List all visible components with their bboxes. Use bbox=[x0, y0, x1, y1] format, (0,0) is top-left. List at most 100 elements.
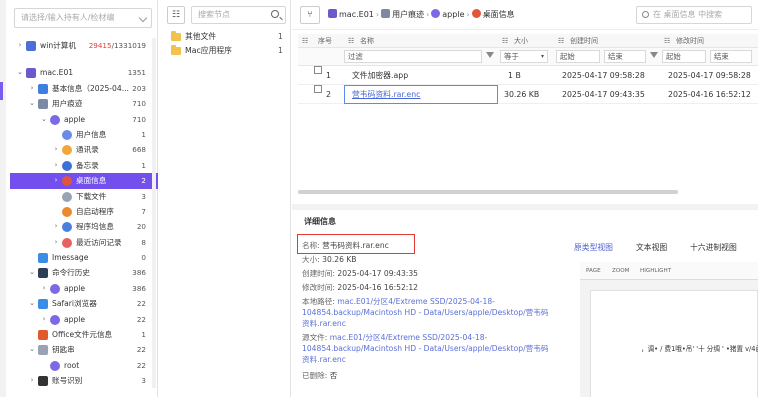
row-checkbox[interactable] bbox=[314, 85, 322, 93]
branch-button[interactable]: ⑂ bbox=[300, 6, 320, 24]
chevron-right-icon[interactable]: › bbox=[40, 312, 48, 327]
tree-item[interactable]: ⌄ mac.E01 1351 bbox=[10, 65, 158, 80]
node-search-input[interactable]: 搜索节点 bbox=[191, 6, 286, 24]
detail-path-link[interactable]: 104854.backup/Macintosh HD - Data/Users/… bbox=[302, 308, 548, 317]
detail-path-link[interactable]: mac.E01/分区4/Extreme SSD/2025-04-18- bbox=[330, 333, 488, 342]
tree-item[interactable]: › 备忘录 1 bbox=[10, 158, 158, 173]
search-icon[interactable] bbox=[271, 10, 279, 18]
chevron-right-icon[interactable]: › bbox=[52, 158, 60, 173]
detail-label: 本地路径: bbox=[302, 297, 335, 306]
tree-item[interactable]: › apple 386 bbox=[10, 281, 158, 296]
row-name: 文件加密器.app bbox=[352, 71, 409, 80]
chevron-down-icon[interactable]: ⌄ bbox=[28, 96, 36, 111]
breadcrumb-item[interactable]: 用户痕迹 bbox=[392, 10, 424, 19]
tree-item[interactable]: › 账号识别 3 bbox=[10, 373, 158, 388]
chevron-down-icon[interactable]: ⌄ bbox=[28, 342, 36, 357]
header-modified[interactable]: 修改时间 bbox=[676, 34, 704, 48]
column-menu-icon[interactable]: ☷ bbox=[302, 34, 308, 48]
case-select[interactable]: 请选择/输入持有人/检材编 bbox=[14, 8, 152, 28]
desktop-search-input[interactable]: 在 桌面信息 中搜索 bbox=[636, 6, 752, 24]
size-operator-select[interactable]: 等于 ▾ bbox=[500, 50, 548, 63]
chevron-down-icon[interactable]: ⌄ bbox=[16, 65, 24, 80]
breadcrumb-item[interactable]: apple bbox=[442, 10, 464, 19]
user-icon bbox=[50, 114, 60, 125]
detail-path-link[interactable]: 资料.rar.enc bbox=[302, 319, 346, 328]
column-menu-icon[interactable]: ☷ bbox=[558, 34, 564, 48]
tab-hex-view[interactable]: 十六进制视图 bbox=[690, 242, 737, 253]
column-menu-icon[interactable]: ☷ bbox=[348, 34, 354, 48]
tree-item[interactable]: ⌄ Safari浏览器 22 bbox=[10, 296, 158, 311]
tree-item-count-value: 668 bbox=[132, 145, 146, 155]
tree-scrollbar[interactable] bbox=[152, 38, 156, 388]
tree-item[interactable]: root 22 bbox=[10, 358, 158, 373]
tree-item[interactable]: 自启动程序 7 bbox=[10, 204, 158, 219]
tree-item-label: apple bbox=[64, 114, 86, 124]
created-start-input[interactable]: 起始 bbox=[556, 50, 600, 63]
tree-item[interactable]: › win计算机 29415/1331019 bbox=[10, 38, 158, 53]
tree-item[interactable]: › apple 22 bbox=[10, 312, 158, 327]
header-index[interactable]: 序号 bbox=[318, 34, 332, 48]
modified-end-input[interactable]: 结束 bbox=[710, 50, 752, 63]
chevron-down-icon[interactable]: ⌄ bbox=[28, 296, 36, 311]
chevron-right-icon[interactable]: › bbox=[28, 373, 36, 388]
detail-value: 30.26 KB bbox=[322, 255, 357, 264]
filter-icon[interactable] bbox=[486, 52, 494, 58]
name-filter-input[interactable]: 过滤 bbox=[344, 50, 482, 63]
tree-item-count: 2 bbox=[141, 173, 146, 188]
highlight-tool[interactable]: HIGHLIGHT bbox=[640, 268, 671, 274]
tree-item[interactable]: ⌄ apple 710 bbox=[10, 112, 158, 127]
detail-path-link[interactable]: 资料.rar.enc bbox=[302, 355, 346, 364]
breadcrumb-item[interactable]: mac.E01 bbox=[339, 10, 374, 19]
chevron-down-icon[interactable]: ⌄ bbox=[40, 112, 48, 127]
zoom-tool[interactable]: ZOOM bbox=[612, 268, 629, 274]
modified-start-input[interactable]: 起始 bbox=[662, 50, 706, 63]
tree-item[interactable]: ⌄ 命令行历史 386 bbox=[10, 265, 158, 280]
row-name-link[interactable]: 营韦码资料.rar.enc bbox=[352, 85, 420, 104]
tab-native-view[interactable]: 原类型视图 bbox=[574, 242, 613, 253]
breadcrumb-item-current[interactable]: 桌面信息 bbox=[483, 10, 515, 19]
tree-item[interactable]: › 基本信息（2025-04... 203 bbox=[10, 81, 158, 96]
tree-item[interactable]: Office文件元信息 1 bbox=[10, 327, 158, 342]
chevron-right-icon[interactable]: › bbox=[52, 142, 60, 157]
tree-item[interactable]: 下载文件 3 bbox=[10, 189, 158, 204]
tree-item[interactable]: › 通讯录 668 bbox=[10, 142, 158, 157]
node-item[interactable]: Mac应用程序 1 bbox=[167, 44, 287, 58]
tree-item[interactable]: 用户信息 1 bbox=[10, 127, 158, 142]
tree-item[interactable]: Imessage 0 bbox=[10, 250, 158, 265]
chevron-right-icon[interactable]: › bbox=[40, 281, 48, 296]
table-row[interactable]: 1 文件加密器.app 1 B 2025-04-17 09:58:28 2025… bbox=[298, 66, 758, 85]
node-item[interactable]: 其他文件 1 bbox=[167, 30, 287, 44]
autostart-icon bbox=[62, 206, 72, 217]
chevron-right-icon[interactable]: › bbox=[28, 81, 36, 96]
detail-path-link[interactable]: mac.E01/分区4/Extreme SSD/2025-04-18- bbox=[337, 297, 495, 306]
tree-item-selected[interactable]: › 桌面信息 2 bbox=[10, 173, 158, 189]
modified-end-placeholder: 结束 bbox=[714, 52, 729, 61]
tree-item[interactable]: › 程序坞信息 20 bbox=[10, 219, 158, 234]
tree-item-label: mac.E01 bbox=[40, 68, 74, 78]
header-created[interactable]: 创建时间 bbox=[570, 34, 598, 48]
table-row-selected[interactable]: 2 营韦码资料.rar.enc 30.26 KB 2025-04-17 09:4… bbox=[298, 85, 758, 104]
row-checkbox[interactable] bbox=[314, 66, 322, 74]
chevron-down-icon[interactable]: ⌄ bbox=[28, 265, 36, 280]
header-name[interactable]: 名称 bbox=[360, 34, 374, 48]
tree-item-count: 22 bbox=[137, 342, 146, 357]
filter-icon[interactable] bbox=[650, 52, 658, 58]
column-menu-icon[interactable]: ☷ bbox=[664, 34, 670, 48]
chevron-right-icon[interactable]: › bbox=[52, 219, 60, 234]
chevron-right-icon[interactable]: › bbox=[52, 235, 60, 250]
tree-item[interactable]: ⌄ 用户痕迹 710 bbox=[10, 96, 158, 111]
detail-path-link[interactable]: 104854.backup/Macintosh HD - Data/Users/… bbox=[302, 344, 548, 353]
safari-icon bbox=[38, 299, 48, 310]
table-horizontal-scrollbar[interactable] bbox=[298, 190, 678, 194]
created-end-input[interactable]: 结束 bbox=[604, 50, 646, 63]
page-tool[interactable]: PAGE bbox=[586, 268, 601, 274]
chevron-right-icon[interactable]: › bbox=[52, 173, 60, 188]
tree-item[interactable]: ⌄ 钥匙串 22 bbox=[10, 342, 158, 357]
tab-text-view[interactable]: 文本视图 bbox=[636, 242, 667, 253]
column-menu-icon[interactable]: ☷ bbox=[502, 34, 508, 48]
header-size[interactable]: 大小 bbox=[514, 34, 528, 48]
tree-item[interactable]: › 最近访问记录 8 bbox=[10, 235, 158, 250]
chevron-right-icon[interactable]: › bbox=[16, 38, 24, 53]
tree-item-label: apple bbox=[64, 314, 86, 324]
tree-toggle-button[interactable]: ☷ bbox=[167, 6, 185, 24]
